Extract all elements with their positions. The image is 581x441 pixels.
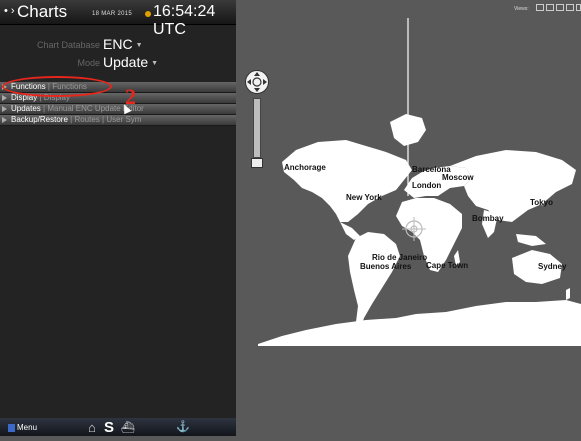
chart-database-label: Chart Database [36, 40, 100, 50]
mode-dropdown[interactable]: Update ▼ [103, 54, 158, 70]
expand-arrow-icon [2, 105, 7, 112]
city-label: Bombay [472, 214, 504, 223]
menu-label: Backup/Restore [11, 115, 68, 124]
app-title: Charts [17, 2, 68, 21]
date-label: 18 MAR 2015 [92, 11, 132, 17]
city-label: Cape Town [426, 261, 469, 270]
city-label: Buenos Aires [360, 262, 412, 271]
chevron-down-icon: ▼ [151, 59, 159, 67]
city-label: Tokyo [530, 198, 553, 207]
header-bar: • › Charts 18 MAR 2015 16:54:24 UTC [0, 0, 236, 38]
menu-item-backup-restore[interactable]: Backup/Restore | Routes | User Sym [0, 115, 236, 126]
chart-database-dropdown[interactable]: ENC ▼ [103, 36, 143, 52]
view-triple-icon[interactable] [566, 4, 574, 11]
city-label: Barcelona [412, 165, 451, 174]
menu-icon [8, 423, 15, 432]
compass-icon [247, 72, 267, 92]
view-split-horizontal-icon[interactable] [546, 4, 554, 11]
view-split-vertical-icon[interactable] [556, 4, 564, 11]
city-label: London [412, 181, 442, 190]
ship-icon[interactable]: ⛴ [121, 421, 135, 434]
city-label: Rio de Janeiro [372, 253, 428, 262]
view-single-icon[interactable] [536, 4, 544, 11]
landmass [258, 114, 581, 346]
menu-label: Updates [11, 104, 41, 113]
menu-button[interactable]: Menu [8, 423, 37, 432]
anchor-icon[interactable]: ⚓ [176, 420, 190, 433]
status-dot-icon [145, 11, 151, 17]
left-panel: • › Charts 18 MAR 2015 16:54:24 UTC Char… [0, 0, 236, 436]
pan-control-icon[interactable] [245, 70, 269, 94]
city-label: New York [346, 193, 382, 202]
chart-database-value: ENC [103, 36, 133, 52]
menu-item-updates[interactable]: Updates | Manual ENC Update Editor [0, 104, 236, 115]
annotation-highlight-ellipse [2, 76, 112, 97]
mode-label: Mode [77, 58, 100, 68]
home-icon[interactable]: ⌂ [88, 420, 96, 435]
city-label: Sydney [538, 262, 567, 271]
chevron-down-icon: ▼ [135, 41, 143, 49]
zoom-slider[interactable] [253, 98, 261, 158]
time-label: 16:54:24 UTC [153, 3, 216, 38]
view-quad-icon[interactable] [576, 4, 581, 11]
s-button[interactable]: S [104, 419, 114, 436]
city-label: Anchorage [284, 163, 326, 172]
bottom-bar: Menu ⌂ S ⛴ ⚓ [0, 418, 236, 436]
back-icon[interactable]: • › [4, 5, 15, 17]
expand-arrow-icon [2, 94, 7, 101]
expand-arrow-icon [2, 116, 7, 123]
chart-map[interactable]: Anchorage London Moscow Barcelona New Yo… [236, 0, 581, 436]
city-label: Moscow [442, 173, 474, 182]
mode-value: Update [103, 54, 149, 70]
menu-button-label: Menu [17, 423, 38, 432]
zoom-slider-handle[interactable] [251, 158, 263, 168]
views-label: Views: [514, 6, 529, 12]
world-map [258, 18, 581, 346]
menu-sublabel: Routes | User Sym [74, 115, 142, 124]
